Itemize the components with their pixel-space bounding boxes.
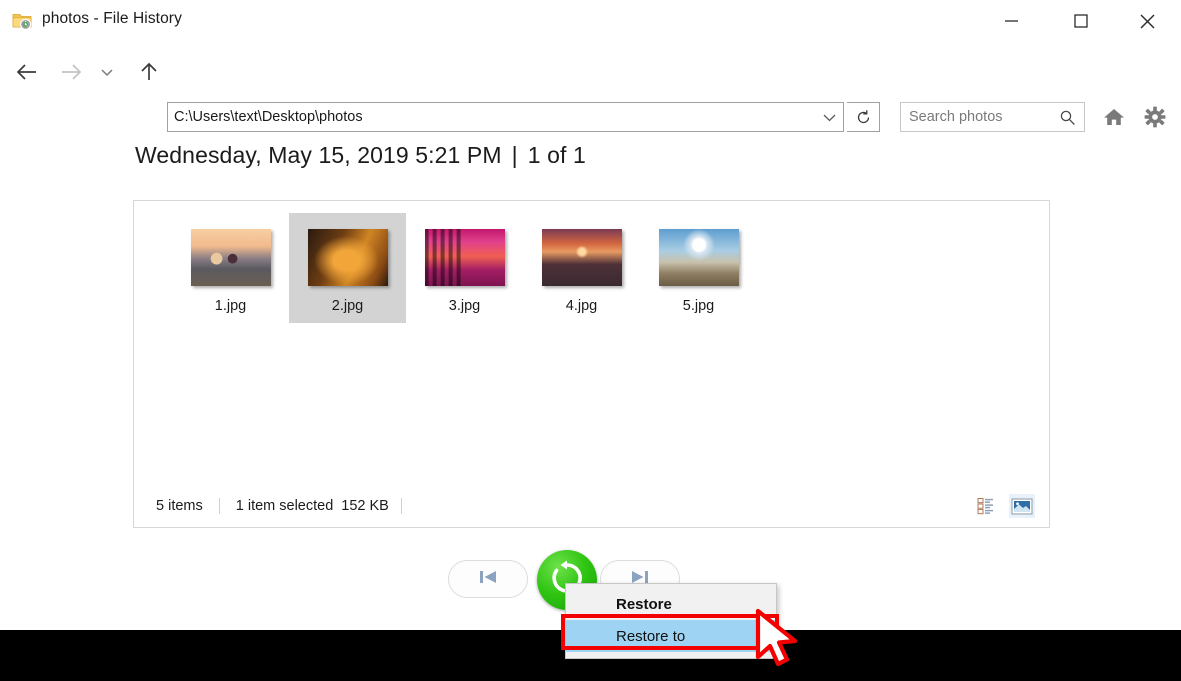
search-icon[interactable] [1050, 103, 1084, 131]
status-bar: 5 items 1 item selected 152 KB [134, 485, 1049, 527]
file-grid: 1.jpg 2.jpg 3.jpg 4.jpg 5.jpg [172, 213, 757, 323]
details-view-icon[interactable] [974, 494, 1000, 518]
file-tile-2[interactable]: 2.jpg [289, 213, 406, 323]
minimize-button[interactable] [988, 0, 1034, 42]
view-mode-controls [974, 485, 1035, 527]
maximize-button[interactable] [1058, 0, 1104, 42]
forward-button[interactable] [52, 42, 90, 102]
address-bar[interactable]: C:\Users\text\Desktop\photos [167, 102, 844, 132]
context-menu-item-restore[interactable]: Restore [566, 588, 776, 620]
file-tile-4[interactable]: 4.jpg [523, 213, 640, 323]
file-name: 4.jpg [566, 298, 597, 314]
folder-history-icon [12, 11, 33, 31]
home-icon[interactable] [1098, 102, 1130, 132]
status-divider [219, 498, 220, 514]
large-icons-view-icon[interactable] [1009, 494, 1035, 518]
skip-previous-icon [477, 568, 499, 591]
file-tile-3[interactable]: 3.jpg [406, 213, 523, 323]
file-history-window: photos - File History [0, 0, 1181, 681]
selection-status: 1 item selected [236, 498, 334, 514]
file-name: 2.jpg [332, 298, 363, 314]
file-name: 1.jpg [215, 298, 246, 314]
file-thumbnail [659, 229, 739, 286]
status-divider-2 [401, 498, 402, 514]
backup-timestamp: Wednesday, May 15, 2019 5:21 PM [135, 142, 502, 168]
gear-icon[interactable] [1139, 102, 1171, 132]
file-tile-1[interactable]: 1.jpg [172, 213, 289, 323]
search-input[interactable]: Search photos [901, 109, 1050, 125]
file-thumbnail [308, 229, 388, 286]
arrow-cursor [752, 607, 812, 681]
back-button[interactable] [8, 42, 46, 102]
address-chevron-down-icon[interactable] [815, 103, 843, 131]
previous-version-button[interactable] [448, 560, 528, 598]
up-button[interactable] [130, 42, 168, 102]
file-tile-5[interactable]: 5.jpg [640, 213, 757, 323]
file-thumbnail [191, 229, 271, 286]
navigation-toolbar: C:\Users\text\Desktop\photos Search phot… [0, 42, 1181, 102]
backup-version-header: Wednesday, May 15, 2019 5:21 PM|1 of 1 [135, 142, 586, 169]
address-value: C:\Users\text\Desktop\photos [168, 109, 815, 125]
search-box[interactable]: Search photos [900, 102, 1085, 132]
close-button[interactable] [1124, 0, 1170, 42]
context-menu-item-restore-to[interactable]: Restore to [566, 620, 776, 652]
selection-size: 152 KB [341, 498, 389, 514]
file-name: 3.jpg [449, 298, 480, 314]
restore-context-menu: Restore Restore to [565, 583, 777, 659]
window-title: photos - File History [42, 10, 182, 28]
refresh-button[interactable] [847, 102, 880, 132]
file-thumbnail [425, 229, 505, 286]
file-name: 5.jpg [683, 298, 714, 314]
backup-count: 1 of 1 [528, 142, 586, 168]
title-bar: photos - File History [0, 0, 1181, 42]
recent-locations-chevron-down-icon[interactable] [92, 42, 122, 102]
file-list-panel: 1.jpg 2.jpg 3.jpg 4.jpg 5.jpg 5 items [133, 200, 1050, 528]
file-thumbnail [542, 229, 622, 286]
header-separator: | [502, 142, 528, 168]
item-count: 5 items [156, 498, 203, 514]
